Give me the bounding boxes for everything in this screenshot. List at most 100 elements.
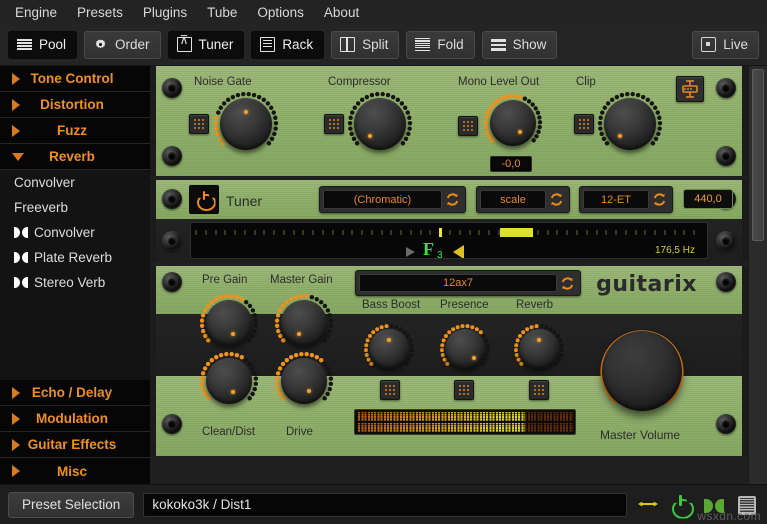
sidebar-item-label: Stereo Verb — [34, 275, 106, 290]
knob-clean-dist[interactable] — [198, 350, 260, 412]
toolbar-button-live[interactable]: Live — [692, 30, 759, 59]
tuner-frequency: 176,5 Hz — [654, 245, 695, 256]
toolbar-button-fold-label: Fold — [437, 37, 464, 52]
tuner-display: F 3 176,5 Hz — [190, 222, 708, 259]
preset-name-display[interactable]: kokoko3k / Dist1 — [143, 492, 627, 517]
toolbar-button-fold[interactable]: Fold — [406, 30, 475, 59]
toolbar: Pool Order Tuner Rack Split Fold Show Li… — [0, 24, 767, 66]
split-icon — [340, 37, 356, 52]
knob-presence[interactable] — [438, 322, 492, 376]
sidebar-category-label: Guitar Effects — [27, 437, 117, 452]
knob-clip[interactable] — [596, 90, 664, 158]
mono-level-preset-button[interactable] — [458, 116, 478, 136]
bass-boost-preset-button[interactable] — [380, 380, 400, 400]
meter-row-left — [357, 412, 573, 421]
sidebar-item-convolver-mono[interactable]: Convolver — [0, 170, 150, 195]
chevron-right-icon — [12, 72, 20, 85]
toolbar-button-split[interactable]: Split — [331, 30, 400, 59]
rack-unit-tuner: Tuner (Chromatic) scale 12-ET 440,0 F 3 … — [150, 180, 748, 262]
reverb-preset-button[interactable] — [529, 380, 549, 400]
tuner-mode-refresh-icon[interactable] — [442, 192, 462, 207]
tuner-mode-value: (Chromatic) — [323, 190, 442, 209]
tuner-note-row: F 3 176,5 Hz — [191, 239, 707, 259]
grid-icon — [458, 384, 470, 396]
stereo-icon — [14, 252, 28, 263]
status-bar: Preset Selection kokoko3k / Dist1 wsxdn.… — [0, 484, 767, 524]
knob-body — [604, 98, 656, 150]
show-icon — [490, 37, 506, 52]
toolbar-button-tuner[interactable]: Tuner — [167, 30, 245, 59]
presence-preset-button[interactable] — [454, 380, 474, 400]
knob-bass-boost[interactable] — [362, 322, 416, 376]
grid-icon — [578, 118, 590, 130]
sidebar-category-guitar-effects[interactable]: Guitar Effects — [0, 432, 150, 458]
grid-icon — [328, 118, 340, 130]
knob-compressor[interactable] — [346, 90, 414, 158]
sidebar-category-misc[interactable]: Misc — [0, 458, 150, 484]
rack-screw-bottom-left — [162, 146, 182, 166]
meter-row-right — [357, 423, 573, 432]
tuner-scale-selector[interactable]: scale — [476, 186, 570, 213]
sidebar-item-plate-reverb[interactable]: Plate Reverb — [0, 245, 150, 270]
sidebar-category-distortion[interactable]: Distortion — [0, 92, 150, 118]
clip-preset-button[interactable] — [574, 114, 594, 134]
amp-preset-toggle-button[interactable] — [676, 76, 704, 102]
sidebar-category-reverb[interactable]: Reverb — [0, 144, 150, 170]
menu-item-plugins[interactable]: Plugins — [134, 3, 196, 22]
compressor-preset-button[interactable] — [324, 114, 344, 134]
knob-master-gain[interactable] — [273, 292, 335, 354]
preset-selection-button[interactable]: Preset Selection — [8, 491, 135, 518]
tuner-reference-frequency[interactable]: 440,0 — [683, 189, 733, 209]
rack-scrollbar-thumb[interactable] — [752, 69, 764, 241]
rack-icon[interactable] — [735, 493, 759, 517]
knob-label-clean-dist: Clean/Dist — [202, 426, 256, 438]
knob-label-noise-gate: Noise Gate — [194, 76, 252, 88]
rack-unit-amp: Pre Gain Master Gain 12ax7 guitarix Bass… — [150, 266, 748, 456]
menu-item-engine[interactable]: Engine — [6, 3, 66, 22]
bypass-icon[interactable] — [636, 493, 660, 517]
tuner-temperament-refresh-icon[interactable] — [649, 192, 669, 207]
toolbar-button-show[interactable]: Show — [481, 30, 558, 59]
knob-mono-level-out[interactable] — [482, 92, 544, 154]
tube-refresh-icon[interactable] — [557, 276, 577, 291]
menu-item-presets[interactable]: Presets — [68, 3, 132, 22]
amp-screw-top-left — [162, 272, 182, 292]
tuner-note: F — [423, 239, 434, 259]
menu-item-about[interactable]: About — [315, 3, 368, 22]
menu-item-tube[interactable]: Tube — [198, 3, 246, 22]
sidebar-category-modulation[interactable]: Modulation — [0, 406, 150, 432]
knob-label-compressor: Compressor — [328, 76, 391, 88]
rack-unit-master: Noise Gate Compressor Mono Level Out -0,… — [150, 66, 748, 176]
tuner-power-button[interactable] — [189, 185, 219, 214]
list-icon — [17, 37, 32, 52]
menu-item-options[interactable]: Options — [248, 3, 313, 22]
sidebar-category-tone-control[interactable]: Tone Control — [0, 66, 150, 92]
tube-selector[interactable]: 12ax7 — [355, 270, 581, 296]
stereo-icon[interactable] — [702, 493, 726, 517]
power-icon[interactable] — [669, 493, 693, 517]
sidebar-category-fuzz[interactable]: Fuzz — [0, 118, 150, 144]
sidebar-item-freeverb[interactable]: Freeverb — [0, 195, 150, 220]
knob-master-volume[interactable] — [593, 322, 691, 420]
knob-drive[interactable] — [273, 350, 335, 412]
knob-indicator — [472, 356, 476, 360]
tuner-temperament-value: 12-ET — [583, 190, 649, 209]
knob-reverb[interactable] — [512, 322, 566, 376]
toolbar-button-order[interactable]: Order — [84, 30, 161, 59]
rack-scrollbar[interactable] — [748, 66, 767, 484]
tuner-mode-selector[interactable]: (Chromatic) — [319, 186, 466, 213]
sidebar-category-echo-delay[interactable]: Echo / Delay — [0, 380, 150, 406]
output-level-meter — [354, 409, 576, 435]
knob-pre-gain[interactable] — [198, 292, 260, 354]
tuner-scale-refresh-icon[interactable] — [546, 192, 566, 207]
plugin-sidebar: Tone Control Distortion Fuzz Reverb Conv… — [0, 66, 150, 484]
toolbar-button-rack[interactable]: Rack — [251, 30, 325, 59]
tuner-temperament-selector[interactable]: 12-ET — [579, 186, 673, 213]
sidebar-item-label: Convolver — [34, 225, 95, 240]
sidebar-item-stereo-verb[interactable]: Stereo Verb — [0, 270, 150, 295]
noise-gate-preset-button[interactable] — [189, 114, 209, 134]
sidebar-item-convolver-stereo[interactable]: Convolver — [0, 220, 150, 245]
knob-noise-gate[interactable] — [212, 90, 280, 158]
toolbar-button-pool[interactable]: Pool — [8, 30, 78, 59]
knob-body — [220, 98, 272, 150]
